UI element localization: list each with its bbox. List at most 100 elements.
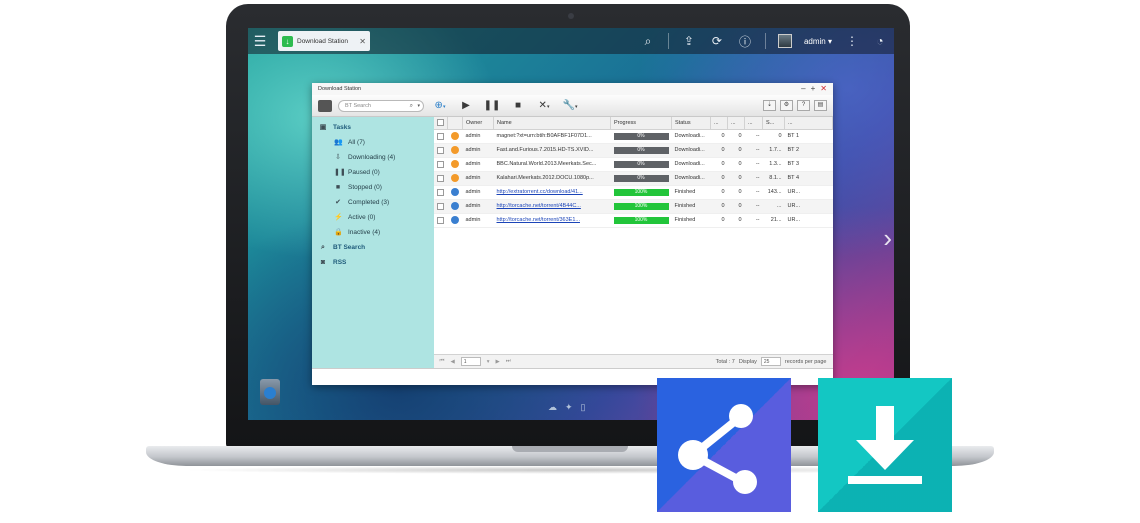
tasks-icon[interactable]: ⇪ xyxy=(681,34,697,48)
sidebar-item-rss[interactable]: ◙ RSS xyxy=(312,255,434,270)
chevron-down-icon[interactable]: ▾ xyxy=(417,101,420,111)
row-checkbox-cell[interactable] xyxy=(433,199,448,214)
task-name[interactable]: http://torcache.net/torrent/363E1... xyxy=(497,217,580,223)
row-checkbox-cell[interactable] xyxy=(433,185,448,200)
add-task-button[interactable]: ⊕▾ xyxy=(430,100,450,111)
lock-icon: 🔒 xyxy=(334,228,343,236)
remove-button[interactable]: ✕▾ xyxy=(534,100,554,111)
url-task-icon xyxy=(450,216,459,224)
table-row[interactable]: admin magnet:?xt=urn:btih:B0AFBF1F07D1...… xyxy=(433,129,833,144)
row-checkbox[interactable] xyxy=(436,132,444,140)
book-icon[interactable]: ▯ xyxy=(581,402,586,413)
name-cell[interactable]: http://torcache.net/torrent/4B44C... xyxy=(493,199,611,214)
sidebar-item-active[interactable]: ⚡ Active (0) xyxy=(312,210,434,225)
col8-cell: -- xyxy=(744,143,763,158)
cloud-icon[interactable]: ☁ xyxy=(548,402,557,413)
close-icon[interactable]: ✕ xyxy=(359,37,366,46)
sidebar-item-inactive[interactable]: 🔒 Inactive (4) xyxy=(312,225,434,240)
dashboard-icon[interactable]: ◔ xyxy=(872,34,888,48)
recycle-bin-icon[interactable] xyxy=(260,379,280,405)
sort-icon[interactable]: ⇣ xyxy=(763,100,776,111)
row-checkbox[interactable] xyxy=(436,160,444,168)
bt-search-input[interactable]: BT Search ⌕ ▾ xyxy=(338,99,424,112)
search-icon[interactable]: ⌕ xyxy=(640,34,656,49)
row-checkbox[interactable] xyxy=(436,188,444,196)
close-icon[interactable]: ✕ xyxy=(820,85,827,93)
column-header-col6[interactable]: ... xyxy=(710,117,728,130)
column-header-col7[interactable]: ... xyxy=(727,117,745,130)
help-icon[interactable]: ? xyxy=(797,100,810,111)
sidebar-item-tasks[interactable]: ▣ Tasks xyxy=(312,120,434,135)
next-page-icon[interactable]: ▶ xyxy=(495,359,499,365)
app-tab-download-station[interactable]: ↓ Download Station ✕ xyxy=(278,31,370,51)
sync-icon[interactable]: ⟳ xyxy=(709,34,725,48)
display-select[interactable]: 25 xyxy=(760,357,781,366)
pause-button[interactable]: ❚❚ xyxy=(482,100,502,111)
row-checkbox-cell[interactable] xyxy=(433,157,448,172)
sidebar-item-completed[interactable]: ✔ Completed (3) xyxy=(312,195,434,210)
owner-cell: admin xyxy=(462,143,494,158)
more-icon[interactable]: ⋮ xyxy=(844,34,860,48)
start-button[interactable]: ▶ xyxy=(456,100,476,111)
column-header-type[interactable] xyxy=(447,117,463,130)
row-checkbox-cell[interactable] xyxy=(433,213,448,228)
table-row[interactable]: admin Kalahari.Meerkats.2012.DOCU.1080p..… xyxy=(433,171,833,186)
select-all-checkbox[interactable] xyxy=(436,119,444,127)
name-cell[interactable]: http://extratorrent.cc/download/41... xyxy=(493,185,611,200)
menu-icon[interactable]: ☰ xyxy=(248,33,272,50)
task-name[interactable]: http://torcache.net/torrent/4B44C... xyxy=(497,203,581,209)
col6-cell: 0 xyxy=(710,213,728,228)
desktop-dock: ☁ ✦ ▯ xyxy=(548,402,586,413)
tools-button[interactable]: 🔧▾ xyxy=(560,100,580,111)
column-header-col10[interactable]: ... xyxy=(784,117,833,130)
sidebar-item-all[interactable]: 👥 All (7) xyxy=(312,135,434,150)
column-header-status[interactable]: Status xyxy=(671,117,711,130)
first-page-icon[interactable]: ⏮ xyxy=(440,358,445,365)
sidebar-item-downloading[interactable]: ⇩ Downloading (4) xyxy=(312,150,434,165)
row-checkbox[interactable] xyxy=(436,202,444,210)
table-row[interactable]: admin http://torcache.net/torrent/363E1..… xyxy=(433,213,833,228)
row-checkbox[interactable] xyxy=(436,174,444,182)
column-header-owner[interactable]: Owner xyxy=(462,117,494,130)
page-number-input[interactable]: 1 xyxy=(460,357,481,366)
settings-icon[interactable]: ⚙ xyxy=(780,100,793,111)
table-row[interactable]: admin BBC.Natural.World.2013.Meerkats.Sec… xyxy=(433,157,833,172)
progress-bar: 0% xyxy=(613,132,669,140)
row-checkbox-cell[interactable] xyxy=(433,143,448,158)
col6-cell: 0 xyxy=(710,157,728,172)
sidebar-toggle-icon[interactable] xyxy=(318,99,332,112)
sidebar-item-bt-search[interactable]: ⌕ BT Search xyxy=(312,240,434,255)
table-row[interactable]: admin http://torcache.net/torrent/4B44C..… xyxy=(433,199,833,214)
avatar[interactable] xyxy=(777,34,792,48)
tools-icon[interactable]: ✦ xyxy=(565,402,573,413)
maximize-icon[interactable]: + xyxy=(811,85,816,93)
prev-page-icon[interactable]: ◀ xyxy=(450,359,454,365)
chevron-down-icon[interactable]: ▾ xyxy=(487,359,490,365)
sidebar-item-paused[interactable]: ❚❚ Paused (0) xyxy=(312,165,434,180)
last-page-icon[interactable]: ⏭ xyxy=(506,358,511,365)
user-menu[interactable]: admin ▾ xyxy=(804,37,832,46)
row-checkbox-cell[interactable] xyxy=(433,171,448,186)
next-desktop-icon[interactable]: › xyxy=(883,223,892,254)
info-icon[interactable]: ⓘ xyxy=(737,33,753,50)
columns-icon[interactable]: ▤ xyxy=(814,100,827,111)
column-header-name[interactable]: Name xyxy=(493,117,611,130)
stop-button[interactable]: ■ xyxy=(508,100,528,111)
sidebar-item-label: Tasks xyxy=(333,124,351,131)
task-name[interactable]: http://extratorrent.cc/download/41... xyxy=(497,189,583,195)
table-row[interactable]: admin http://extratorrent.cc/download/41.… xyxy=(433,185,833,200)
column-header-select[interactable] xyxy=(433,117,448,130)
per-page-label: records per page xyxy=(784,358,827,365)
row-checkbox[interactable] xyxy=(436,146,444,154)
column-header-col8[interactable]: ... xyxy=(744,117,763,130)
share-icon xyxy=(678,404,757,494)
minimize-icon[interactable]: – xyxy=(801,85,805,93)
row-checkbox-cell[interactable] xyxy=(433,129,448,144)
sidebar-item-stopped[interactable]: ■ Stopped (0) xyxy=(312,180,434,195)
column-header-size[interactable]: S... xyxy=(762,117,785,130)
window-titlebar[interactable]: Download Station – + ✕ xyxy=(312,83,833,95)
row-checkbox[interactable] xyxy=(436,216,444,224)
name-cell[interactable]: http://torcache.net/torrent/363E1... xyxy=(493,213,611,228)
column-header-progress[interactable]: Progress xyxy=(610,117,672,130)
table-row[interactable]: admin Fast.and.Furious.7.2015.HD-TS.XVID.… xyxy=(433,143,833,158)
